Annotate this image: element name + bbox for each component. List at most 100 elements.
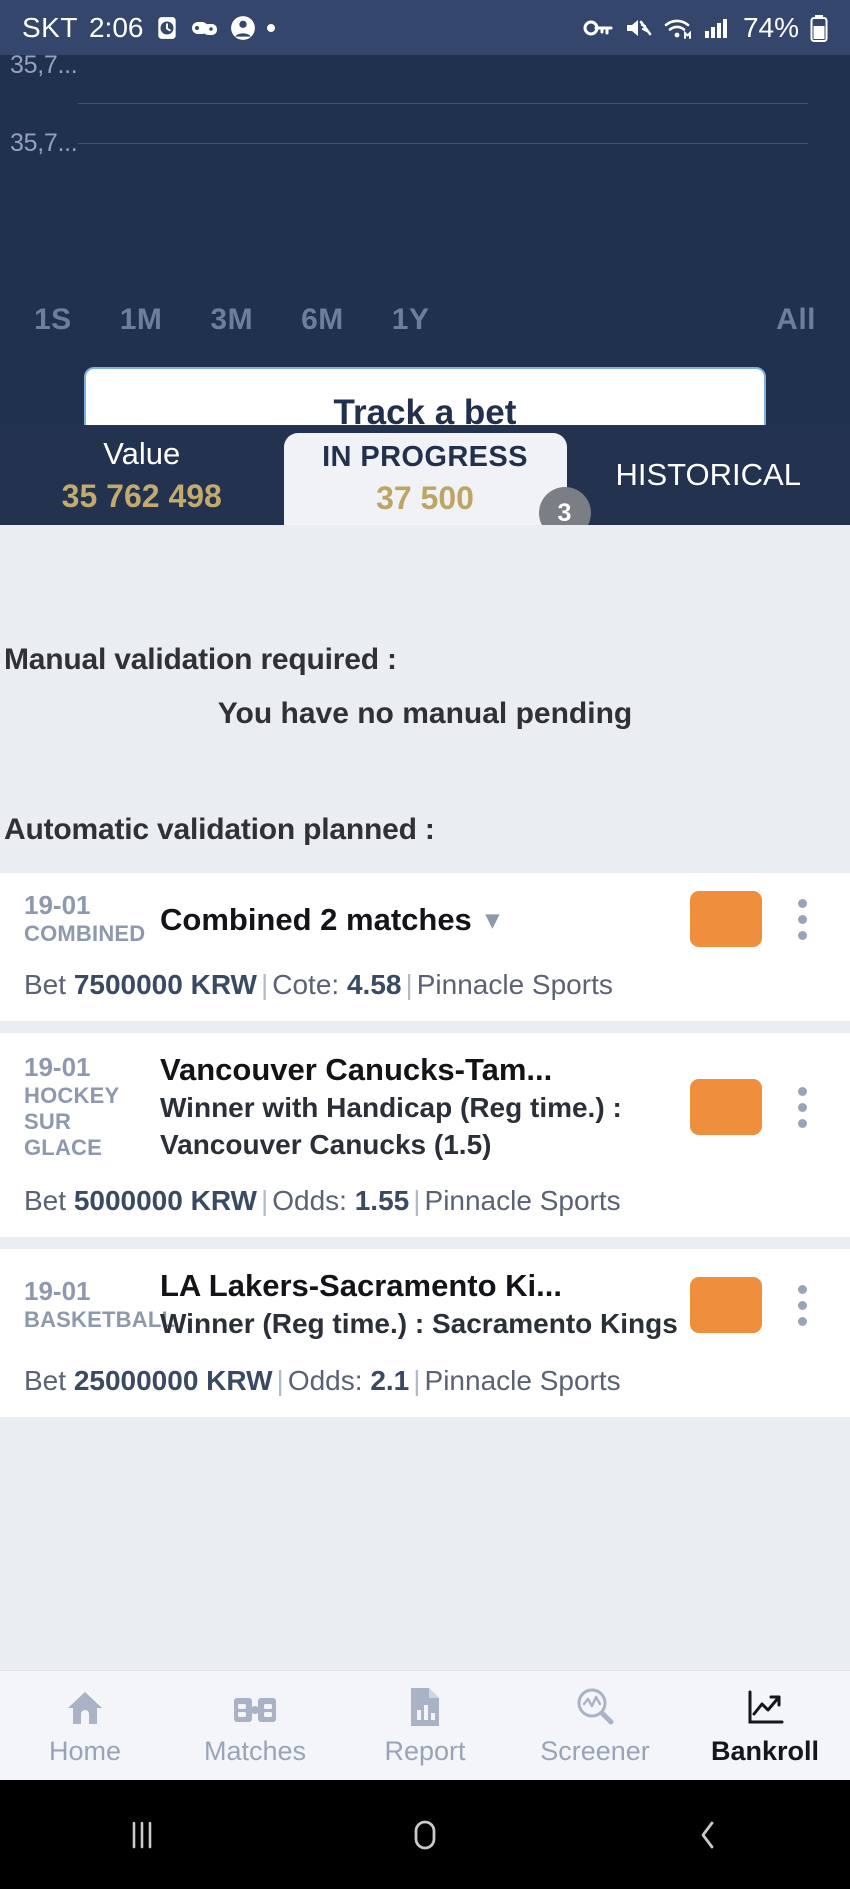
carrier-label: SKT <box>22 11 78 43</box>
nav-item-matches[interactable]: Matches <box>170 1684 340 1767</box>
manual-validation-empty-text: You have no manual pending <box>217 697 633 730</box>
bet-odds: 1.55 <box>354 1185 410 1217</box>
bet-options-menu-icon[interactable] <box>778 1086 826 1128</box>
chart-gridline-top <box>78 103 808 104</box>
nav-item-screener-label: Screener <box>540 1736 650 1766</box>
chevron-down-icon[interactable]: ▾ <box>486 904 499 935</box>
bottom-navigation: Home Matches Report Screener Bankroll <box>0 1670 850 1780</box>
status-bar-left: SKT 2:06 <box>22 11 276 44</box>
bet-card-header: 19-01 HOCKEY SUR GLACE Vancouver Canucks… <box>24 1051 826 1163</box>
clock-label: 2:06 <box>88 11 144 43</box>
nav-item-home[interactable]: Home <box>0 1684 170 1767</box>
nav-item-screener[interactable]: Screener <box>510 1684 680 1767</box>
range-button-6m[interactable]: 6M <box>301 303 344 337</box>
nav-item-report[interactable]: Report <box>340 1684 510 1767</box>
bet-odds-label: Odds: <box>287 1364 363 1396</box>
bet-date: 19-01 <box>24 1275 91 1306</box>
bet-meta: 19-01 COMBINED <box>24 890 160 947</box>
phone-screen: SKT 2:06 74% 35,7... 35,7... 1S 1M 3M 6M… <box>0 0 850 1889</box>
manual-validation-section: Manual validation required : You have no… <box>0 525 850 731</box>
bet-label: Bet <box>24 1364 67 1396</box>
mute-icon <box>624 16 652 40</box>
battery-percent-label: 74% <box>742 11 799 43</box>
bet-meta: 19-01 BASKETBALL <box>24 1275 175 1333</box>
bet-label: Bet <box>24 969 67 1001</box>
status-bar-right: 74% <box>583 12 828 44</box>
tab-historical[interactable]: HISTORICAL <box>567 425 850 525</box>
bet-list: 19-01 COMBINED Combined 2 matches ▾ Bet … <box>0 873 850 1417</box>
bet-details: Bet 25000000 KRW | Odds: 2.1 | Pinnacle Spor… <box>24 1364 621 1396</box>
report-icon <box>407 1684 443 1728</box>
bet-card[interactable]: 19-01 COMBINED Combined 2 matches ▾ Bet … <box>0 873 850 1022</box>
screener-icon <box>574 1684 616 1728</box>
range-button-1m[interactable]: 1M <box>120 303 163 337</box>
range-button-3m[interactable]: 3M <box>210 303 253 337</box>
bet-date: 19-01 <box>24 890 91 920</box>
chart-gridline-bottom <box>78 143 808 144</box>
nav-item-report-label: Report <box>384 1736 466 1766</box>
home-circle-icon[interactable] <box>283 1814 566 1856</box>
bet-title-row: LA Lakers-Sacramento Ki... <box>160 1267 680 1304</box>
in-progress-content: Manual validation required : You have no… <box>0 525 850 1670</box>
bet-status-indicator[interactable] <box>690 1277 762 1334</box>
bet-label: Bet <box>24 1185 67 1217</box>
bet-selection: Winner (Reg time.) : Sacramento Kings <box>160 1308 678 1340</box>
bet-status-indicator[interactable] <box>690 891 762 948</box>
bet-stake: 25000000 KRW <box>73 1364 273 1396</box>
recents-icon[interactable] <box>0 1815 283 1855</box>
bet-sport: HOCKEY SUR GLACE <box>24 1082 119 1161</box>
bet-title-row: Combined 2 matches ▾ <box>160 901 680 938</box>
bet-options-menu-icon[interactable] <box>778 898 826 940</box>
bet-status-indicator[interactable] <box>690 1079 762 1136</box>
account-icon <box>230 15 256 41</box>
bet-title: Combined 2 matches <box>160 901 472 937</box>
nav-item-bankroll-label: Bankroll <box>710 1736 820 1766</box>
range-button-1s[interactable]: 1S <box>34 303 72 337</box>
bet-bookmaker: Pinnacle Sports <box>424 1364 621 1396</box>
tab-in-progress-amount: 37 500 <box>376 480 474 516</box>
signal-icon <box>704 16 730 40</box>
bet-title: Vancouver Canucks-Tam... <box>160 1052 553 1088</box>
game-controller-icon <box>191 16 219 40</box>
tab-value[interactable]: Value 35 762 498 <box>0 425 284 525</box>
bet-sport: COMBINED <box>24 920 146 946</box>
bankroll-icon <box>744 1684 786 1728</box>
back-icon[interactable] <box>567 1814 850 1856</box>
bet-odds: 4.58 <box>346 969 402 1001</box>
dot-icon <box>267 23 276 32</box>
bet-details: Bet 5000000 KRW | Odds: 1.55 | Pinnacle Spor… <box>24 1185 621 1217</box>
bet-odds-label: Odds: <box>272 1185 347 1217</box>
matches-icon <box>232 1684 278 1728</box>
chart-ytick-label-top: 35,7... <box>10 51 78 79</box>
chart-ytick-label-bottom: 35,7... <box>10 129 78 157</box>
bet-stake: 7500000 KRW <box>73 969 257 1001</box>
bet-title-row: Vancouver Canucks-Tam... <box>160 1051 680 1088</box>
nav-item-matches-label: Matches <box>203 1736 307 1766</box>
bet-title: LA Lakers-Sacramento Ki... <box>160 1268 562 1304</box>
bankroll-tabs: Value 35 762 498 IN PROGRESS 37 500 3 HI… <box>0 425 850 539</box>
tab-in-progress[interactable]: IN PROGRESS 37 500 3 <box>283 433 591 539</box>
battery-icon <box>810 14 828 42</box>
status-bar: SKT 2:06 74% <box>0 0 850 55</box>
tab-value-label: Value <box>103 435 181 471</box>
bet-details: Bet 7500000 KRW | Cote: 4.58 | Pinnacle Spor… <box>24 969 613 1001</box>
bet-odds-label: Cote: <box>272 969 340 1001</box>
bet-bookmaker: Pinnacle Sports <box>424 1185 621 1217</box>
tab-value-amount: 35 762 498 <box>61 477 222 514</box>
manual-validation-heading: Manual validation required : <box>4 643 397 676</box>
bet-card[interactable]: 19-01 BASKETBALL LA Lakers-Sacramento Ki… <box>0 1249 850 1417</box>
nav-item-bankroll[interactable]: Bankroll <box>680 1684 850 1767</box>
bet-card[interactable]: 19-01 HOCKEY SUR GLACE Vancouver Canucks… <box>0 1033 850 1238</box>
bet-options-menu-icon[interactable] <box>778 1284 826 1326</box>
range-button-all[interactable]: All <box>776 303 816 337</box>
bet-info: LA Lakers-Sacramento Ki... Winner (Reg t… <box>160 1267 680 1343</box>
bet-date: 19-01 <box>24 1051 91 1082</box>
chart-range-selector: 1S 1M 3M 6M 1Y All <box>0 303 850 337</box>
android-navigation-bar <box>0 1780 850 1889</box>
home-icon <box>64 1684 106 1728</box>
range-button-1y[interactable]: 1Y <box>392 303 430 337</box>
bet-odds: 2.1 <box>370 1364 410 1396</box>
bet-info: Vancouver Canucks-Tam... Winner with Han… <box>160 1051 680 1163</box>
bet-selection: Winner with Handicap (Reg time.) : Vanco… <box>160 1092 622 1160</box>
tab-historical-label: HISTORICAL <box>615 457 801 492</box>
